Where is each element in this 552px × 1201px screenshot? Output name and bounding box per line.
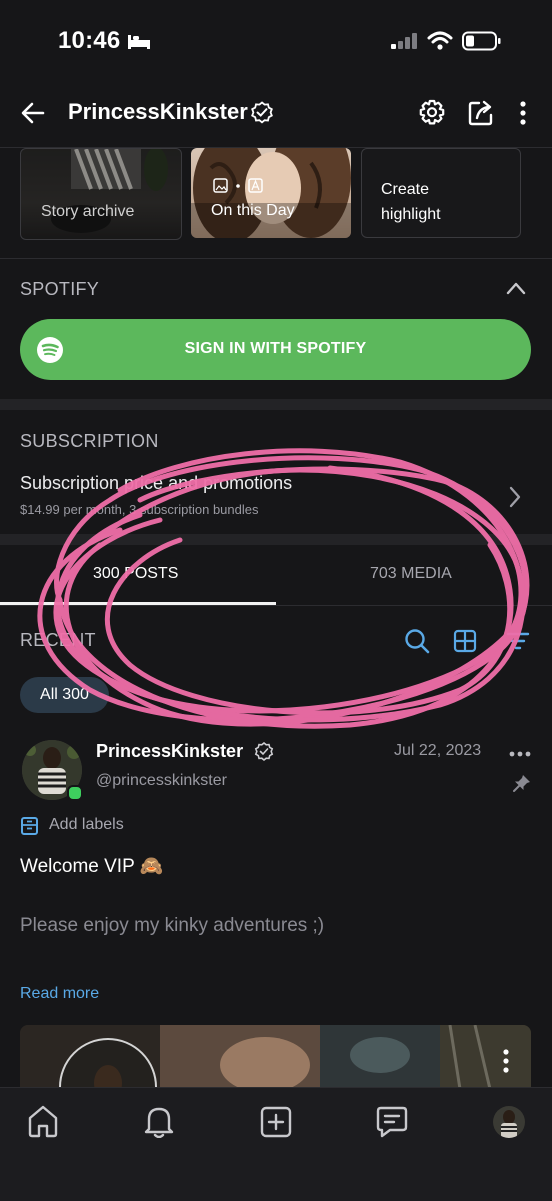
verified-badge-icon bbox=[251, 101, 273, 124]
labels-icon bbox=[21, 817, 38, 835]
post-media-image bbox=[20, 1025, 531, 1089]
highlight-on-this-day[interactable]: On this Day bbox=[191, 148, 351, 238]
battery-icon bbox=[462, 31, 501, 51]
post-date: Jul 22, 2023 bbox=[394, 742, 482, 759]
home-icon[interactable] bbox=[27, 1104, 59, 1138]
messages-icon[interactable] bbox=[376, 1106, 408, 1138]
highlight-create[interactable]: Create highlight bbox=[361, 148, 521, 238]
back-arrow-icon[interactable] bbox=[20, 100, 46, 126]
subscription-row[interactable]: Subscription price and promotions $14.99… bbox=[0, 466, 552, 526]
post-text-line2: Please enjoy my kinky adventures ;) bbox=[20, 915, 325, 936]
highlight-label: Story archive bbox=[41, 203, 135, 220]
tab-media[interactable]: 703 MEDIA bbox=[276, 545, 552, 605]
settings-gear-icon[interactable] bbox=[417, 98, 447, 128]
subscription-row-title: Subscription price and promotions bbox=[20, 473, 293, 493]
create-highlight-label-line1: Create bbox=[381, 181, 430, 198]
media-more-icon[interactable] bbox=[501, 1048, 511, 1074]
tab-posts[interactable]: 300 POSTS bbox=[0, 545, 276, 605]
pinned-icon bbox=[513, 775, 530, 792]
tab-media-label: 703 MEDIA bbox=[370, 565, 452, 582]
verified-badge-icon bbox=[254, 742, 274, 762]
more-vertical-icon[interactable] bbox=[518, 100, 528, 126]
profile-avatar-image bbox=[493, 1106, 525, 1138]
chevron-up-icon[interactable] bbox=[505, 281, 527, 295]
subscription-row-subtitle: $14.99 per month, 3 subscription bundles bbox=[20, 502, 259, 517]
bottom-nav-bar bbox=[0, 1087, 552, 1201]
create-highlight-label-line2: highlight bbox=[381, 206, 441, 223]
add-post-icon[interactable] bbox=[260, 1106, 292, 1138]
highlight-label: On this Day bbox=[211, 202, 295, 219]
spotify-button-label: SIGN IN WITH SPOTIFY bbox=[184, 340, 367, 357]
post-text-line1: Welcome VIP 🙈 bbox=[20, 856, 164, 877]
media-type-icons bbox=[213, 178, 263, 193]
subscription-section-title: SUBSCRIPTION bbox=[20, 431, 159, 451]
tab-posts-label: 300 POSTS bbox=[93, 565, 179, 582]
filter-all-button[interactable]: All 300 bbox=[20, 677, 109, 713]
spotify-sign-in-button[interactable]: SIGN IN WITH SPOTIFY bbox=[20, 319, 531, 380]
feed-section-title: RECENT bbox=[20, 630, 96, 650]
share-icon[interactable] bbox=[467, 99, 495, 127]
chevron-right-icon bbox=[509, 486, 521, 508]
search-icon[interactable] bbox=[404, 628, 430, 654]
highlight-story-archive[interactable]: Story archive bbox=[20, 148, 182, 240]
filter-all-label: All 300 bbox=[40, 686, 89, 703]
page-title: PrincessKinkster bbox=[68, 99, 248, 124]
sort-filter-icon[interactable] bbox=[506, 630, 530, 652]
spotify-section-title: SPOTIFY bbox=[20, 279, 100, 299]
online-status-dot bbox=[67, 785, 83, 801]
wifi-icon bbox=[427, 31, 453, 50]
post-author-name[interactable]: PrincessKinkster bbox=[96, 741, 243, 762]
sleep-bed-icon bbox=[128, 35, 150, 49]
cellular-signal-icon bbox=[391, 33, 417, 49]
read-more-link[interactable]: Read more bbox=[20, 985, 99, 1003]
post-author-handle[interactable]: @princesskinkster bbox=[96, 772, 227, 790]
profile-avatar[interactable] bbox=[493, 1106, 525, 1138]
story-archive-thumbnail bbox=[21, 149, 181, 239]
post-media-preview[interactable] bbox=[20, 1025, 531, 1089]
status-time: 10:46 bbox=[58, 27, 121, 54]
post-more-icon[interactable] bbox=[509, 750, 531, 758]
add-labels-label: Add labels bbox=[49, 816, 124, 833]
grid-view-icon[interactable] bbox=[453, 629, 477, 653]
bell-icon[interactable] bbox=[143, 1104, 175, 1138]
